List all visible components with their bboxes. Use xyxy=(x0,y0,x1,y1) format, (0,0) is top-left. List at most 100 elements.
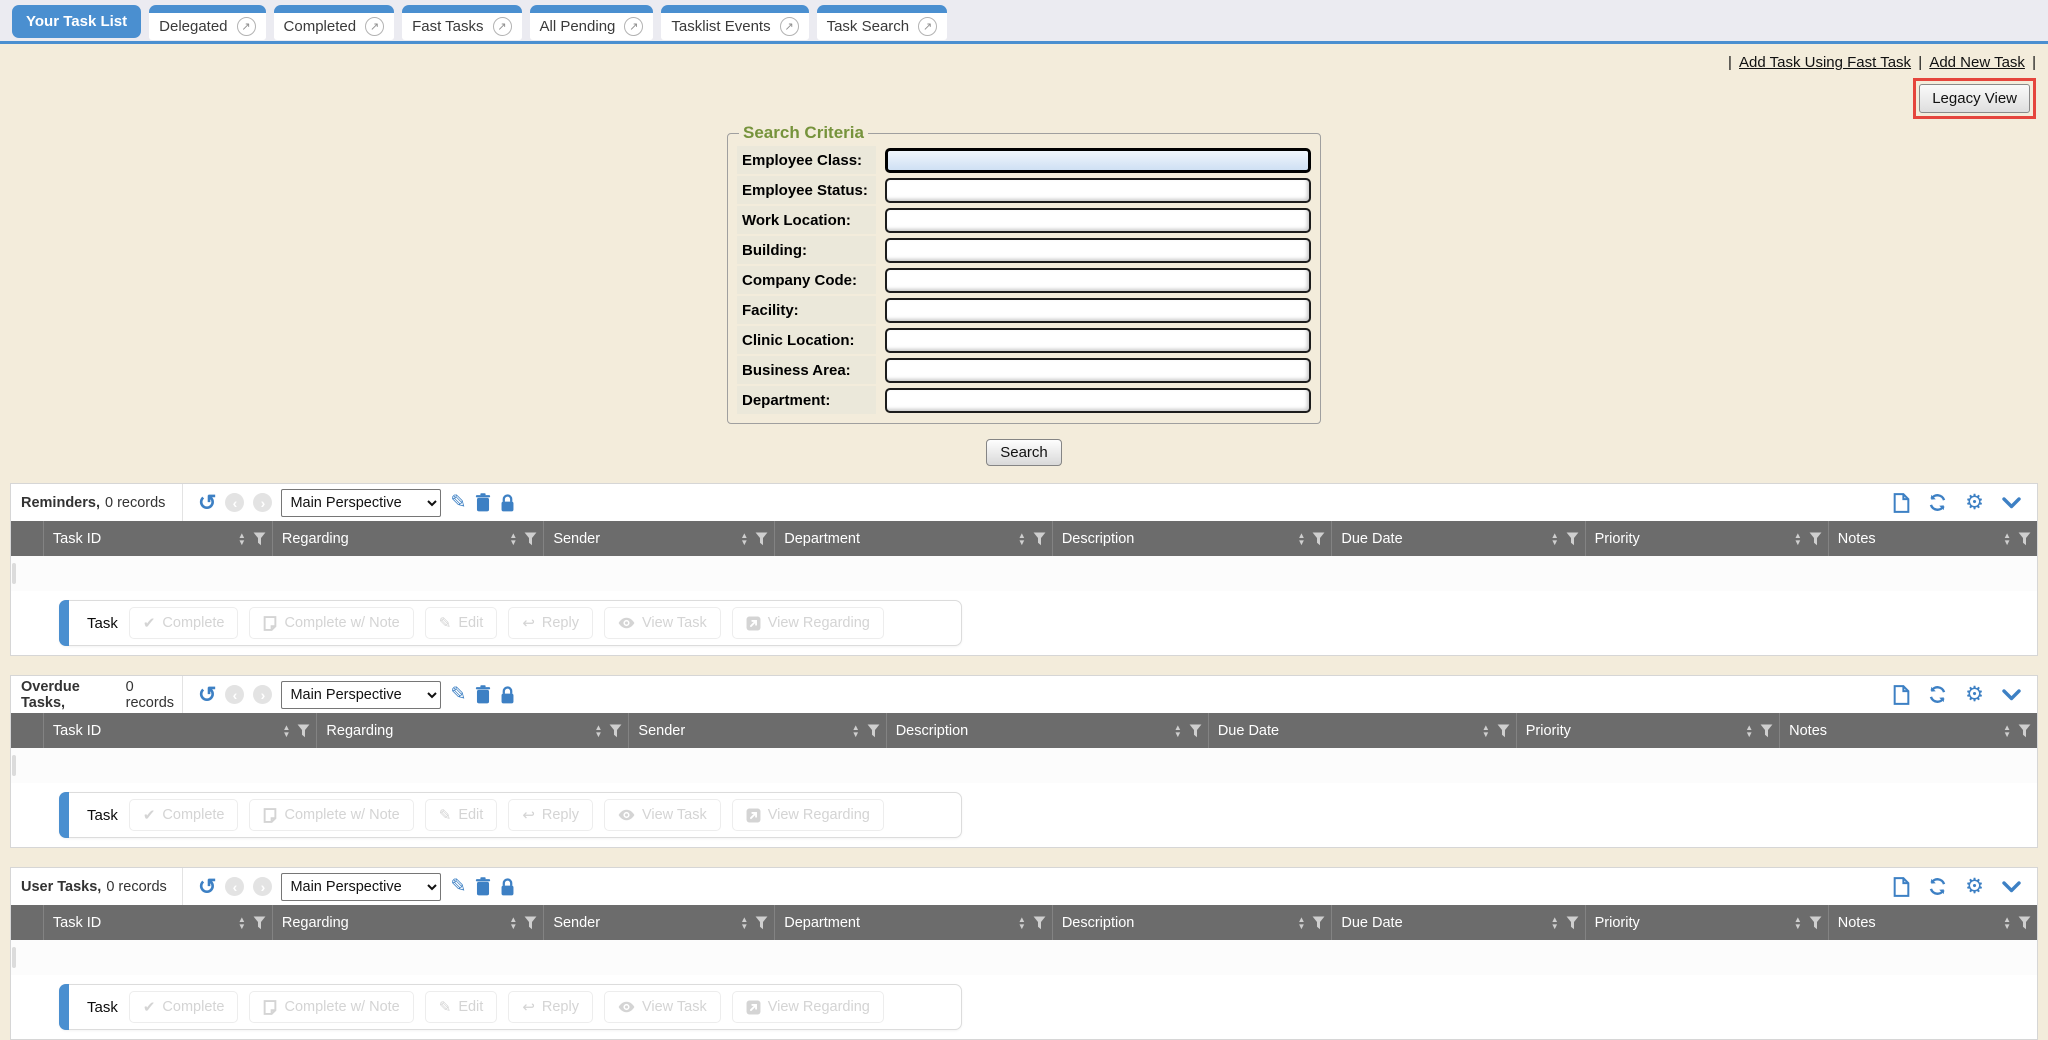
sort-icon[interactable]: ▲▼ xyxy=(2003,724,2011,738)
filter-icon[interactable] xyxy=(1497,724,1510,738)
search-button[interactable]: Search xyxy=(986,439,1062,466)
refresh-icon[interactable] xyxy=(1928,493,1947,512)
complete-with-note-button[interactable]: Complete w/ Note xyxy=(249,991,413,1023)
collapse-chevron-icon[interactable] xyxy=(2002,497,2021,509)
filter-icon[interactable] xyxy=(1189,724,1202,738)
export-document-icon[interactable] xyxy=(1893,685,1910,705)
refresh-icon[interactable] xyxy=(1928,877,1947,896)
sort-icon[interactable]: ▲▼ xyxy=(1551,532,1559,546)
open-new-window-icon[interactable]: ↗ xyxy=(624,17,643,36)
sort-icon[interactable]: ▲▼ xyxy=(2003,916,2011,930)
edit-button[interactable]: ✎Edit xyxy=(425,799,498,831)
employee-class-field[interactable] xyxy=(885,148,1311,173)
view-task-button[interactable]: View Task xyxy=(604,607,721,639)
edit-button[interactable]: ✎Edit xyxy=(425,607,498,639)
sort-icon[interactable]: ▲▼ xyxy=(1018,916,1026,930)
sort-icon[interactable]: ▲▼ xyxy=(282,724,290,738)
reset-grid-icon[interactable]: ↺ xyxy=(198,876,216,898)
filter-icon[interactable] xyxy=(1566,532,1579,546)
filter-icon[interactable] xyxy=(253,916,266,930)
view-regarding-button[interactable]: View Regarding xyxy=(732,607,884,639)
filter-icon[interactable] xyxy=(1033,532,1046,546)
business-area-field[interactable] xyxy=(885,358,1311,383)
filter-icon[interactable] xyxy=(1809,916,1822,930)
open-new-window-icon[interactable]: ↗ xyxy=(237,17,256,36)
sort-icon[interactable]: ▲▼ xyxy=(1174,724,1182,738)
sort-icon[interactable]: ▲▼ xyxy=(238,916,246,930)
lock-icon[interactable] xyxy=(500,878,515,896)
reset-grid-icon[interactable]: ↺ xyxy=(198,684,216,706)
sort-icon[interactable]: ▲▼ xyxy=(1794,532,1802,546)
reset-grid-icon[interactable]: ↺ xyxy=(198,492,216,514)
filter-icon[interactable] xyxy=(524,916,537,930)
row-checkbox[interactable] xyxy=(12,947,16,968)
filter-icon[interactable] xyxy=(2018,532,2031,546)
collapse-chevron-icon[interactable] xyxy=(2002,881,2021,893)
filter-icon[interactable] xyxy=(1809,532,1822,546)
tab-task-search[interactable]: Task Search ↗ xyxy=(817,5,948,40)
clinic-location-field[interactable] xyxy=(885,328,1311,353)
complete-with-note-button[interactable]: Complete w/ Note xyxy=(249,799,413,831)
department-field[interactable] xyxy=(885,388,1311,413)
sort-icon[interactable]: ▲▼ xyxy=(1297,916,1305,930)
employee-status-field[interactable] xyxy=(885,178,1311,203)
sort-icon[interactable]: ▲▼ xyxy=(1794,916,1802,930)
sort-icon[interactable]: ▲▼ xyxy=(1297,532,1305,546)
prev-page-icon[interactable]: ‹ xyxy=(225,493,244,512)
edit-perspective-icon[interactable]: ✎ xyxy=(450,877,466,896)
delete-perspective-icon[interactable] xyxy=(475,877,491,896)
row-checkbox[interactable] xyxy=(12,563,16,584)
export-document-icon[interactable] xyxy=(1893,493,1910,513)
tab-tasklist-events[interactable]: Tasklist Events ↗ xyxy=(661,5,808,40)
prev-page-icon[interactable]: ‹ xyxy=(225,685,244,704)
building-field[interactable] xyxy=(885,238,1311,263)
refresh-icon[interactable] xyxy=(1928,685,1947,704)
view-task-button[interactable]: View Task xyxy=(604,799,721,831)
sort-icon[interactable]: ▲▼ xyxy=(238,532,246,546)
next-page-icon[interactable]: › xyxy=(253,685,272,704)
add-task-fast-task-link[interactable]: Add Task Using Fast Task xyxy=(1739,54,1911,71)
sort-icon[interactable]: ▲▼ xyxy=(2003,532,2011,546)
next-page-icon[interactable]: › xyxy=(253,877,272,896)
filter-icon[interactable] xyxy=(609,724,622,738)
sort-icon[interactable]: ▲▼ xyxy=(509,916,517,930)
open-new-window-icon[interactable]: ↗ xyxy=(493,17,512,36)
open-new-window-icon[interactable]: ↗ xyxy=(780,17,799,36)
tab-fast-tasks[interactable]: Fast Tasks ↗ xyxy=(402,5,521,40)
tab-your-task-list[interactable]: Your Task List xyxy=(12,5,141,38)
next-page-icon[interactable]: › xyxy=(253,493,272,512)
lock-icon[interactable] xyxy=(500,494,515,512)
sort-icon[interactable]: ▲▼ xyxy=(509,532,517,546)
lock-icon[interactable] xyxy=(500,686,515,704)
filter-icon[interactable] xyxy=(253,532,266,546)
complete-button[interactable]: ✔Complete xyxy=(129,607,239,639)
complete-button[interactable]: ✔Complete xyxy=(129,799,239,831)
reply-button[interactable]: ↩Reply xyxy=(508,991,593,1023)
filter-icon[interactable] xyxy=(1760,724,1773,738)
gear-icon[interactable]: ⚙ xyxy=(1965,684,1984,705)
sort-icon[interactable]: ▲▼ xyxy=(740,916,748,930)
gear-icon[interactable]: ⚙ xyxy=(1965,876,1984,897)
filter-icon[interactable] xyxy=(1312,532,1325,546)
gear-icon[interactable]: ⚙ xyxy=(1965,492,1984,513)
view-regarding-button[interactable]: View Regarding xyxy=(732,799,884,831)
prev-page-icon[interactable]: ‹ xyxy=(225,877,244,896)
filter-icon[interactable] xyxy=(2018,916,2031,930)
sort-icon[interactable]: ▲▼ xyxy=(852,724,860,738)
tab-completed[interactable]: Completed ↗ xyxy=(274,5,395,40)
complete-with-note-button[interactable]: Complete w/ Note xyxy=(249,607,413,639)
open-new-window-icon[interactable]: ↗ xyxy=(365,17,384,36)
filter-icon[interactable] xyxy=(1312,916,1325,930)
filter-icon[interactable] xyxy=(297,724,310,738)
reply-button[interactable]: ↩Reply xyxy=(508,607,593,639)
sort-icon[interactable]: ▲▼ xyxy=(740,532,748,546)
view-regarding-button[interactable]: View Regarding xyxy=(732,991,884,1023)
company-code-field[interactable] xyxy=(885,268,1311,293)
filter-icon[interactable] xyxy=(867,724,880,738)
open-new-window-icon[interactable]: ↗ xyxy=(918,17,937,36)
sort-icon[interactable]: ▲▼ xyxy=(594,724,602,738)
row-checkbox[interactable] xyxy=(12,755,16,776)
filter-icon[interactable] xyxy=(755,916,768,930)
edit-perspective-icon[interactable]: ✎ xyxy=(450,493,466,512)
edit-perspective-icon[interactable]: ✎ xyxy=(450,685,466,704)
